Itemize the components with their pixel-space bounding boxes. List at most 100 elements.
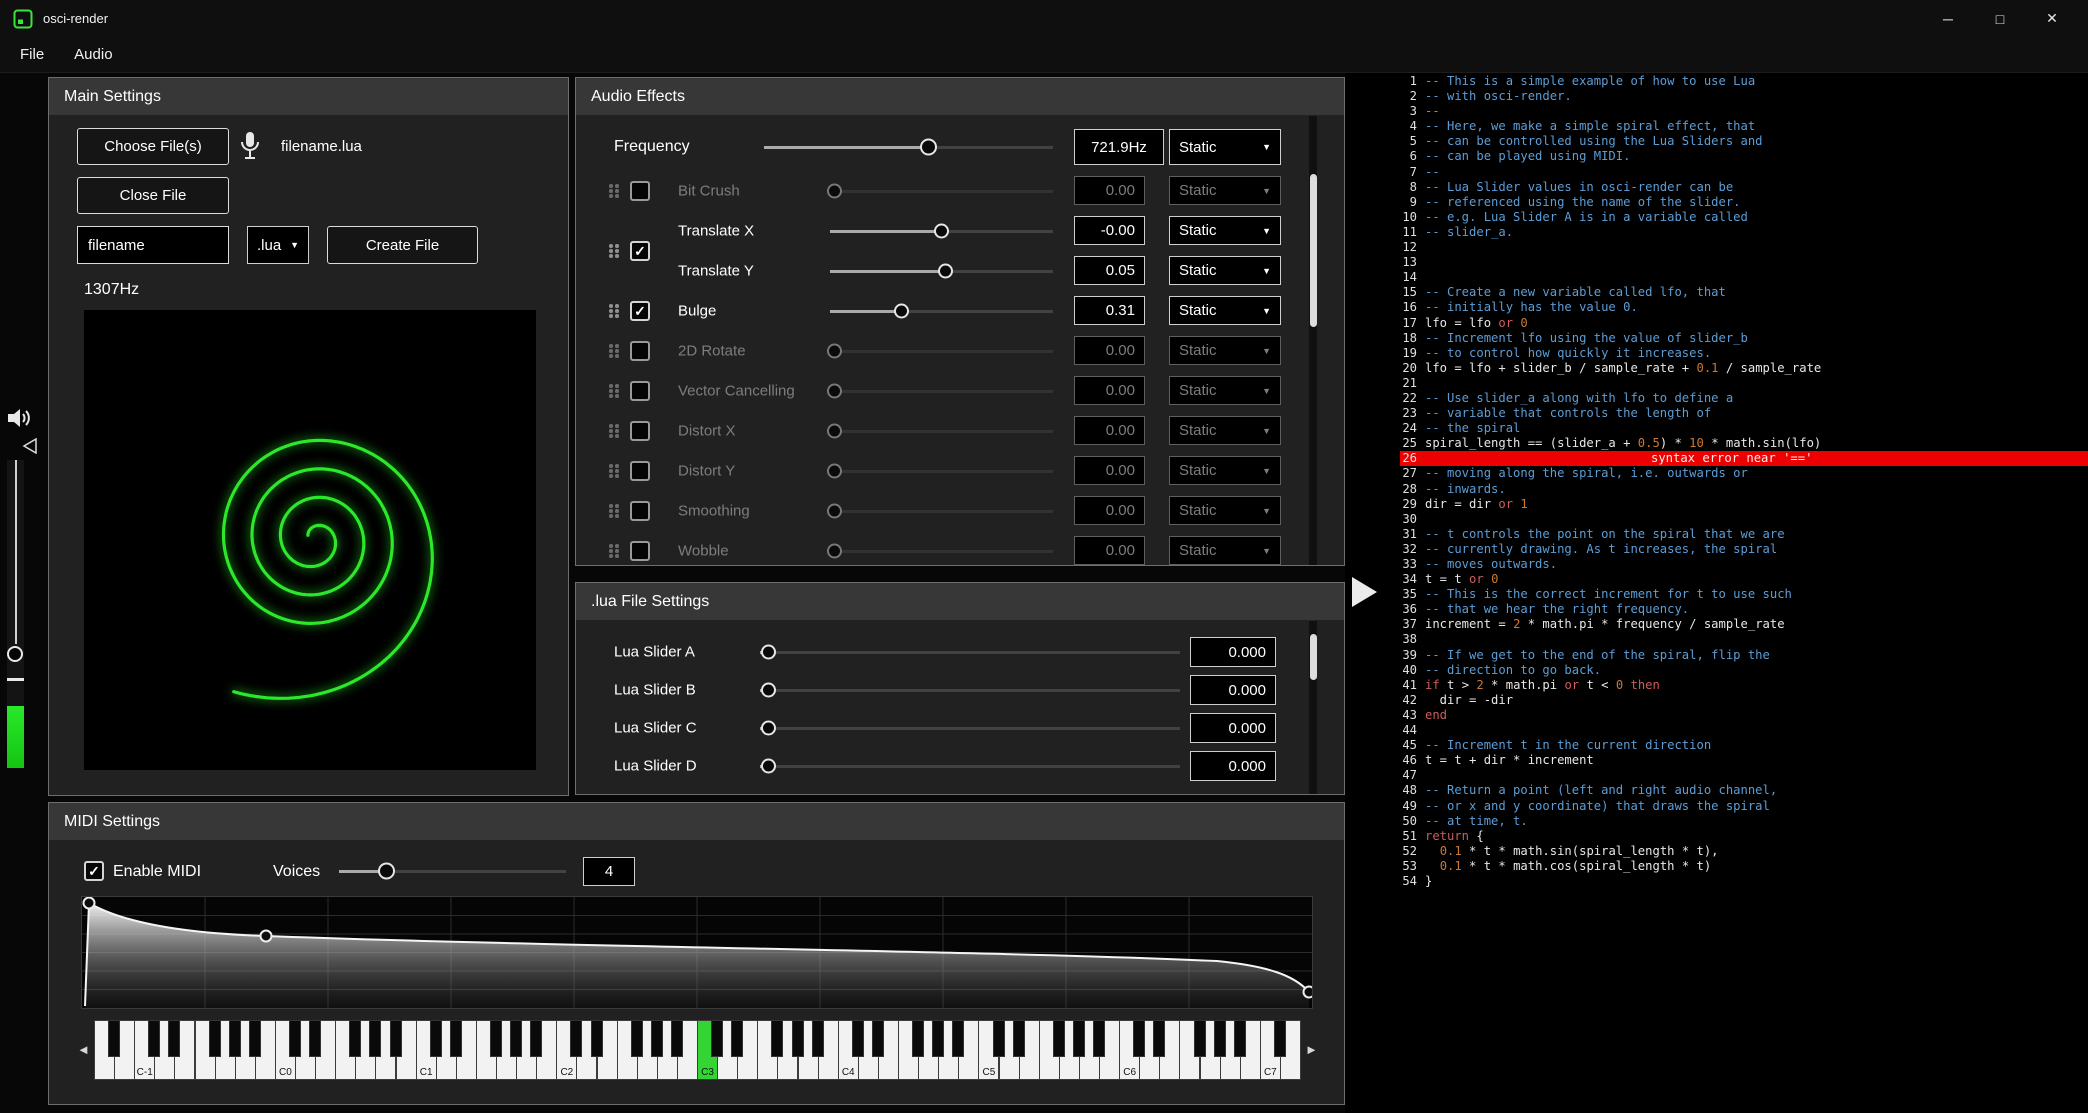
keyboard-scroll-left-icon[interactable]: ◄: [77, 1042, 90, 1057]
effect-slider[interactable]: [830, 413, 1053, 449]
effect-mode-dropdown[interactable]: Static▼: [1169, 456, 1281, 485]
slider-track[interactable]: [830, 293, 1053, 329]
code-line-9[interactable]: 9-- referenced using the name of the sli…: [1345, 195, 2088, 210]
frequency-value[interactable]: 721.9Hz: [1074, 129, 1164, 165]
effect-slider[interactable]: [830, 493, 1053, 529]
keyboard-scroll-right-icon[interactable]: ►: [1305, 1042, 1318, 1057]
effect-slider[interactable]: [830, 373, 1053, 409]
close-button[interactable]: ✕: [2026, 0, 2078, 37]
effect-value[interactable]: 0.05: [1074, 256, 1145, 285]
volume-slider-thumb[interactable]: [7, 646, 23, 662]
piano-key-asharp-1[interactable]: [249, 1020, 261, 1057]
piano-key-gsharp4[interactable]: [932, 1020, 944, 1057]
code-line-21[interactable]: 21: [1345, 376, 2088, 391]
volume-slider-track[interactable]: [15, 460, 17, 644]
piano-key-csharp5[interactable]: [993, 1020, 1005, 1057]
effect-mode-dropdown[interactable]: Static▼: [1169, 296, 1281, 325]
piano-key-csharp-1[interactable]: [148, 1020, 160, 1057]
lua-slider[interactable]: [760, 672, 1180, 708]
code-line-8[interactable]: 8-- Lua Slider values in osci-render can…: [1345, 180, 2088, 195]
piano-key-asharp3[interactable]: [812, 1020, 824, 1057]
piano-key-fsharp0[interactable]: [349, 1020, 361, 1057]
code-line-34[interactable]: 34t = t or 0: [1345, 572, 2088, 587]
slider-track[interactable]: [830, 533, 1053, 565]
slider-track[interactable]: [760, 748, 1180, 784]
effect-value[interactable]: 0.00: [1074, 496, 1145, 525]
effect-value[interactable]: 0.00: [1074, 536, 1145, 565]
code-line-5[interactable]: 5-- can be controlled using the Lua Slid…: [1345, 134, 2088, 149]
minimize-button[interactable]: ─: [1922, 0, 1974, 37]
effect-value[interactable]: 0.31: [1074, 296, 1145, 325]
slider-thumb[interactable]: [920, 139, 937, 156]
filename-input[interactable]: filename: [77, 226, 229, 264]
extension-dropdown[interactable]: .lua ▼: [247, 226, 309, 264]
enable-midi-checkbox[interactable]: ✓: [84, 861, 104, 881]
piano-key-asharp4[interactable]: [952, 1020, 964, 1057]
code-line-13[interactable]: 13: [1345, 255, 2088, 270]
slider-track[interactable]: [339, 853, 566, 889]
piano-key-dsharp2[interactable]: [591, 1020, 603, 1057]
piano-key-dsharp-1[interactable]: [168, 1020, 180, 1057]
code-line-28[interactable]: 28-- inwards.: [1345, 482, 2088, 497]
piano-key-csharp3[interactable]: [711, 1020, 723, 1057]
effect-value[interactable]: 0.00: [1074, 176, 1145, 205]
code-line-37[interactable]: 37increment = 2 * math.pi * frequency / …: [1345, 617, 2088, 632]
code-line-29[interactable]: 29dir = dir or 1: [1345, 497, 2088, 512]
piano-key-dsharp0[interactable]: [309, 1020, 321, 1057]
code-line-19[interactable]: 19-- to control how quickly it increases…: [1345, 346, 2088, 361]
code-line-39[interactable]: 39-- If we get to the end of the spiral,…: [1345, 648, 2088, 663]
effect-slider[interactable]: [830, 293, 1053, 329]
code-line-18[interactable]: 18-- Increment lfo using the value of sl…: [1345, 331, 2088, 346]
effect-mode-dropdown[interactable]: Static▼: [1169, 256, 1281, 285]
effect-slider[interactable]: [830, 173, 1053, 209]
lua-slider-value[interactable]: 0.000: [1190, 637, 1276, 667]
code-line-30[interactable]: 30: [1345, 512, 2088, 527]
envelope-point-2[interactable]: [1304, 987, 1313, 998]
piano-key-fsharp4[interactable]: [912, 1020, 924, 1057]
code-line-2[interactable]: 2-- with osci-render.: [1345, 89, 2088, 104]
slider-track[interactable]: [830, 413, 1053, 449]
code-line-33[interactable]: 33-- moves outwards.: [1345, 557, 2088, 572]
maximize-button[interactable]: □: [1974, 0, 2026, 37]
piano-key-asharp0[interactable]: [390, 1020, 402, 1057]
lua-slider[interactable]: [760, 710, 1180, 746]
drag-handle-icon[interactable]: [609, 464, 619, 478]
voices-slider[interactable]: [339, 853, 566, 889]
lua-scrollbar-thumb[interactable]: [1310, 634, 1317, 680]
drag-handle-icon[interactable]: [609, 244, 619, 258]
code-line-4[interactable]: 4-- Here, we make a simple spiral effect…: [1345, 119, 2088, 134]
code-line-40[interactable]: 40-- direction to go back.: [1345, 663, 2088, 678]
code-line-36[interactable]: 36-- that we hear the right frequency.: [1345, 602, 2088, 617]
piano-key-dsharp1[interactable]: [450, 1020, 462, 1057]
code-line-23[interactable]: 23-- variable that controls the length o…: [1345, 406, 2088, 421]
frequency-slider[interactable]: [764, 129, 1053, 165]
effect-slider[interactable]: [830, 453, 1053, 489]
effect-checkbox[interactable]: ✓: [630, 241, 650, 261]
slider-thumb[interactable]: [761, 759, 776, 774]
piano-key-dsharp6[interactable]: [1153, 1020, 1165, 1057]
slider-thumb[interactable]: [761, 645, 776, 660]
effect-checkbox[interactable]: [630, 461, 650, 481]
microphone-icon[interactable]: [239, 130, 261, 167]
lua-slider[interactable]: [760, 748, 1180, 784]
code-line-50[interactable]: 50-- at time, t.: [1345, 814, 2088, 829]
code-line-42[interactable]: 42 dir = -dir: [1345, 693, 2088, 708]
drag-handle-icon[interactable]: [609, 504, 619, 518]
slider-thumb[interactable]: [827, 184, 842, 199]
slider-thumb[interactable]: [894, 304, 909, 319]
effect-value[interactable]: -0.00: [1074, 216, 1145, 245]
code-line-35[interactable]: 35-- This is the correct increment for t…: [1345, 587, 2088, 602]
piano-key-dsharp3[interactable]: [731, 1020, 743, 1057]
choose-file-button[interactable]: Choose File(s): [77, 128, 229, 165]
code-line-17[interactable]: 17lfo = lfo or 0: [1345, 316, 2088, 331]
lua-slider-value[interactable]: 0.000: [1190, 713, 1276, 743]
piano-key-gsharp1[interactable]: [510, 1020, 522, 1057]
slider-track[interactable]: [830, 253, 1053, 289]
effect-checkbox[interactable]: ✓: [630, 301, 650, 321]
slider-thumb[interactable]: [827, 424, 842, 439]
code-line-11[interactable]: 11-- slider_a.: [1345, 225, 2088, 240]
piano-key-csharp6[interactable]: [1133, 1020, 1145, 1057]
adsr-envelope-editor[interactable]: [81, 896, 1313, 1009]
piano-key-gsharp-1[interactable]: [229, 1020, 241, 1057]
envelope-point-1[interactable]: [261, 931, 272, 942]
